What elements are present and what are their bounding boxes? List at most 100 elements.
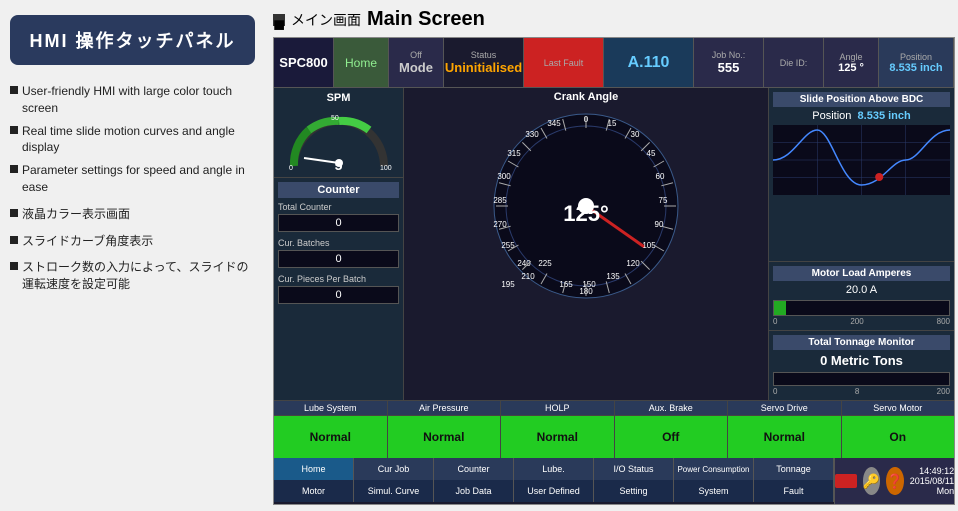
svg-text:45: 45	[647, 149, 656, 158]
bottom-area: Home Cur Job Counter Lube. I/O Status Po…	[274, 458, 954, 504]
servo-motor-title: Servo Motor	[842, 401, 955, 416]
status-holp: HOLP Normal	[501, 401, 615, 458]
lube-value: Normal	[274, 416, 387, 458]
batches-label: Cur. Batches	[278, 238, 399, 248]
spm-title: SPM	[327, 92, 351, 104]
nav-job-data[interactable]: Job Data	[434, 480, 514, 502]
slide-pos-value: Position 8.535 inch	[773, 110, 950, 122]
nav-counter[interactable]: Counter	[434, 458, 514, 480]
svg-text:165: 165	[559, 280, 573, 289]
motor-bar-labels: 0 200 800	[773, 317, 950, 326]
total-counter-field: Total Counter 0	[278, 202, 399, 232]
bullet-6: ストローク数の入力によって、スライドの運転速度を設定可能	[10, 259, 255, 293]
svg-text:50: 50	[331, 115, 339, 122]
slide-pos-chart	[773, 125, 950, 195]
counter-section: Counter Total Counter 0 Cur. Batches 0 C…	[274, 178, 403, 400]
slide-pos-title: Slide Position Above BDC	[773, 92, 950, 107]
status-air: Air Pressure Normal	[388, 401, 502, 458]
bullet-group-4: ストローク数の入力によって、スライドの運転速度を設定可能	[10, 259, 255, 293]
tonnage-section: Total Tonnage Monitor 0 Metric Tons 0 8 …	[769, 331, 954, 400]
status-brake: Aux. Brake Off	[615, 401, 729, 458]
motor-title: Motor Load Amperes	[773, 266, 950, 281]
tonnage-title: Total Tonnage Monitor	[773, 335, 950, 350]
nav-home[interactable]: Home	[274, 458, 354, 480]
motor-bar-fill	[774, 301, 786, 315]
bullet-group-3: スライドカーブ角度表示	[10, 233, 255, 250]
svg-text:225: 225	[538, 259, 552, 268]
hmi-title: HMI 操作タッチパネル	[10, 15, 255, 65]
total-counter-value[interactable]: 0	[278, 214, 399, 232]
bullet-sq-6	[10, 262, 18, 270]
servo-motor-value: On	[842, 416, 955, 458]
crank-gauge-svg: 0 15 30 45 60 75 90	[486, 106, 686, 306]
holp-title: HOLP	[501, 401, 614, 416]
nav-user-defined[interactable]: User Defined	[514, 480, 594, 502]
col-left: SPM 0 100 50	[274, 88, 404, 400]
col-middle: Crank Angle 0 15	[404, 88, 769, 400]
svg-text:255: 255	[501, 241, 515, 250]
home-button[interactable]: Home	[334, 38, 389, 87]
screen-header: ■ メイン画面 Main Screen	[273, 8, 955, 31]
nav-tonnage[interactable]: Tonnage	[754, 458, 834, 480]
status-servo-motor: Servo Motor On	[842, 401, 955, 458]
spm-section: SPM 0 100 50	[274, 88, 403, 178]
slide-pos-section: Slide Position Above BDC Position 8.535 …	[769, 88, 954, 262]
svg-text:120: 120	[626, 259, 640, 268]
status-row: Lube System Normal Air Pressure Normal H…	[274, 400, 954, 458]
bottom-icons	[835, 474, 857, 488]
svg-text:300: 300	[497, 172, 511, 181]
svg-text:195: 195	[501, 280, 515, 289]
nav-row-1: Home Cur Job Counter Lube. I/O Status Po…	[274, 458, 834, 480]
svg-text:90: 90	[655, 220, 664, 229]
middle-row: SPM 0 100 50	[274, 88, 954, 400]
key-icon[interactable]: 🔑	[863, 467, 880, 495]
svg-text:100: 100	[380, 165, 392, 172]
svg-text:330: 330	[525, 130, 539, 139]
job-no-cell: Job No.: 555	[694, 38, 764, 87]
nav-row-2: Motor Simul. Curve Job Data User Defined…	[274, 480, 834, 502]
a110-cell: A.110	[604, 38, 694, 87]
bullet-sq-3	[10, 165, 18, 173]
bullet-4: 液晶カラー表示画面	[10, 206, 255, 223]
svg-text:285: 285	[493, 196, 507, 205]
right-panel: ■ メイン画面 Main Screen SPC800 Home Off Mode…	[265, 0, 958, 511]
holp-value: Normal	[501, 416, 614, 458]
header-rect-icon: ■	[273, 14, 285, 26]
spm-gauge: 0 100 50 5	[284, 108, 394, 173]
position-cell: Position 8.535 inch	[879, 38, 954, 87]
batches-value[interactable]: 0	[278, 250, 399, 268]
svg-text:75: 75	[659, 196, 668, 205]
bottom-nav: Home Cur Job Counter Lube. I/O Status Po…	[274, 458, 834, 504]
svg-text:125°: 125°	[563, 201, 609, 226]
hmi-screen: SPC800 Home Off Mode Status Uninitialise…	[273, 37, 955, 505]
svg-text:315: 315	[507, 149, 521, 158]
header-jp-text: メイン画面	[291, 10, 361, 30]
screen-title: Main Screen	[367, 8, 485, 31]
nav-cur-job[interactable]: Cur Job	[354, 458, 434, 480]
svg-text:0: 0	[289, 165, 293, 172]
bullet-5: スライドカーブ角度表示	[10, 233, 255, 250]
help-icon[interactable]: ❓	[886, 467, 903, 495]
angle-cell: Angle 125 °	[824, 38, 879, 87]
pieces-label: Cur. Pieces Per Batch	[278, 274, 399, 284]
nav-simul[interactable]: Simul. Curve	[354, 480, 434, 502]
crank-gauge: 0 15 30 45 60 75 90	[486, 106, 686, 306]
spm-value: 5	[335, 157, 343, 173]
nav-power[interactable]: Power Consumption	[674, 458, 754, 480]
svg-text:210: 210	[521, 272, 535, 281]
bullet-sq-5	[10, 236, 18, 244]
status-lube: Lube System Normal	[274, 401, 388, 458]
nav-motor[interactable]: Motor	[274, 480, 354, 502]
bullet-1: User-friendly HMI with large color touch…	[10, 83, 255, 117]
nav-system[interactable]: System	[674, 480, 754, 502]
pieces-value[interactable]: 0	[278, 286, 399, 304]
svg-text:135: 135	[606, 272, 620, 281]
nav-io[interactable]: I/O Status	[594, 458, 674, 480]
tonnage-bar	[773, 372, 950, 386]
bullet-group-1: User-friendly HMI with large color touch…	[10, 83, 255, 196]
nav-fault[interactable]: Fault	[754, 480, 834, 502]
nav-lube[interactable]: Lube.	[514, 458, 594, 480]
nav-setting[interactable]: Setting	[594, 480, 674, 502]
bullet-3: Parameter settings for speed and angle i…	[10, 162, 255, 196]
brake-title: Aux. Brake	[615, 401, 728, 416]
